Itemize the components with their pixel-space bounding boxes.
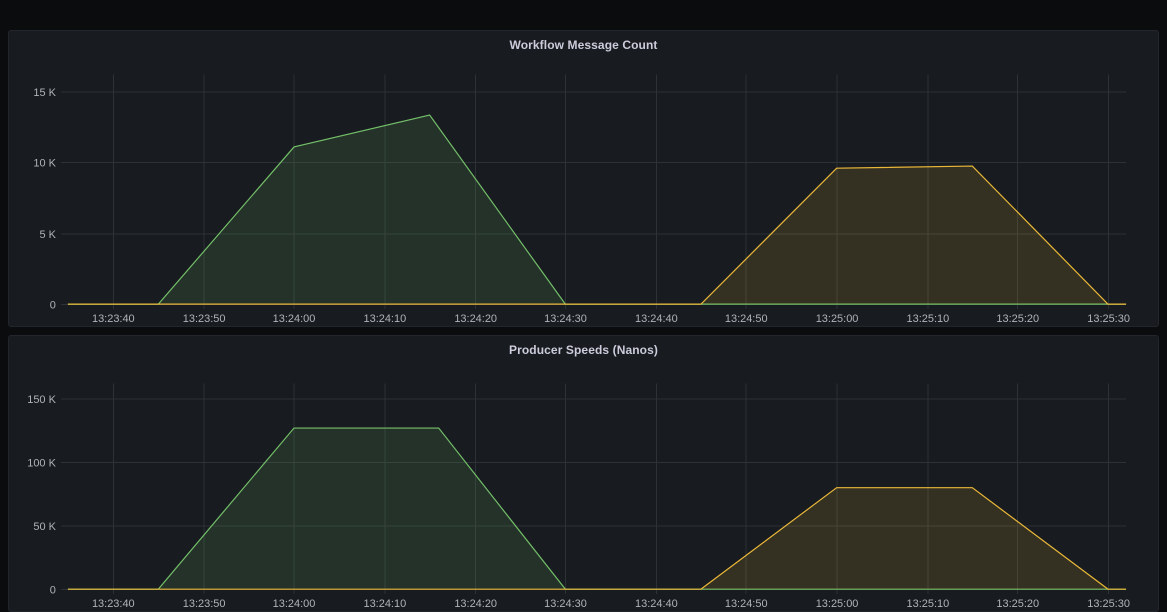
dashboard: Workflow Message Count 05 K 10 K 15 K 13:23… [0,0,1167,612]
x-axis-tick-label: 13:24:30 [544,313,587,325]
x-axis-tick-label: 13:25:20 [996,598,1039,610]
y-axis-tick-label: 5 K [39,229,56,241]
x-axis-tick-label: 13:25:20 [996,313,1039,325]
x-axis-tick-label: 13:25:00 [816,313,859,325]
x-axis-tick-label: 13:24:30 [544,598,587,610]
x-axis-tick-label: 13:23:40 [92,598,135,610]
x-axis-tick-label: 13:24:50 [725,598,768,610]
y-axis-tick-label: 0 [50,585,56,597]
x-axis-tick-label: 13:24:20 [454,313,497,325]
x-axis-tick-label: 13:24:20 [454,598,497,610]
x-axis-tick-label: 13:25:10 [907,598,950,610]
x-axis-tick-label: 13:23:50 [183,598,226,610]
chart-canvas: 0 50 K 100 K 150 K 13:23:40 13:23:50 13:24:00 1… [27,383,1130,610]
panel-workflow-message-count[interactable]: Workflow Message Count 05 K 10 K 15 K 13:23… [8,30,1159,327]
x-axis-tick-label: 13:25:00 [816,598,859,610]
x-axis-tick-label: 13:24:40 [635,313,678,325]
x-axis-tick-label: 13:25:30 [1087,598,1130,610]
y-axis-tick-label: 150 K [27,394,56,406]
y-axis-tick-label: 10 K [33,158,56,170]
x-axis-tick-label: 13:23:40 [92,313,135,325]
x-axis-tick-label: 13:25:30 [1087,313,1130,325]
x-axis-tick-label: 13:25:10 [907,313,950,325]
chart-canvas: 0 5 K 10 K 15 K 13:23:40 13:23:50 13:24:00 13:2… [33,74,1130,325]
chart-producer-speeds[interactable]: 0 50 K 100 K 150 K 13:23:40 13:23:50 13:24:00 1… [9,336,1158,611]
x-axis-tick-label: 13:24:00 [273,313,316,325]
x-axis-tick-label: 13:23:50 [183,313,226,325]
y-axis-tick-label: 100 K [27,458,56,470]
y-axis-tick-label: 0 [50,300,56,312]
chart-workflow-message-count[interactable]: 0 5 K 10 K 15 K 13:23:40 13:23:50 13:24:00 13:2… [9,31,1158,326]
y-axis-tick-label: 50 K [33,521,56,533]
y-axis-tick-label: 15 K [33,87,56,99]
x-axis-tick-label: 13:24:10 [363,598,406,610]
x-axis-tick-label: 13:24:00 [273,598,316,610]
x-axis-tick-label: 13:24:40 [635,598,678,610]
panel-producer-speeds[interactable]: Producer Speeds (Nanos) 0 50 K 100 K 150 K1… [8,335,1159,612]
x-axis-tick-label: 13:24:10 [364,313,407,325]
x-axis-tick-label: 13:24:50 [725,313,768,325]
